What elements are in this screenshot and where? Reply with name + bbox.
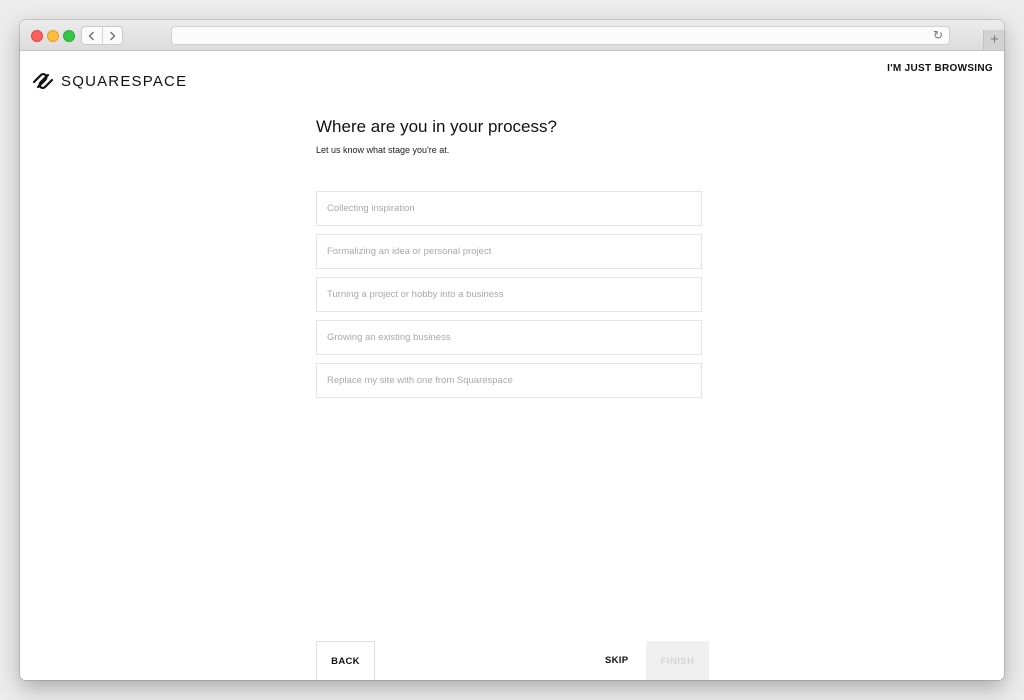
stage-option-collecting-inspiration[interactable]: Collecting inspiration xyxy=(316,191,702,226)
stage-option-growing-business[interactable]: Growing an existing business xyxy=(316,320,702,355)
close-window-button[interactable] xyxy=(31,30,43,42)
brand-logo[interactable]: SQUARESPACE xyxy=(31,70,187,92)
page-title: Where are you in your process? xyxy=(316,117,557,136)
new-tab-button[interactable]: + xyxy=(983,30,1004,50)
squarespace-logo-icon xyxy=(32,72,54,90)
page-subtitle: Let us know what stage you're at. xyxy=(316,145,450,155)
finish-button[interactable]: FINISH xyxy=(646,641,709,680)
address-bar[interactable]: ↻ xyxy=(171,26,950,45)
brand-name: SQUARESPACE xyxy=(61,72,188,90)
reload-icon[interactable]: ↻ xyxy=(933,28,943,42)
skip-button[interactable]: SKIP xyxy=(605,655,628,666)
page-content: SQUARESPACE I'M JUST BROWSING Where are … xyxy=(20,51,1004,680)
stage-option-turning-project-into-business[interactable]: Turning a project or hobby into a busine… xyxy=(316,277,702,312)
back-button[interactable]: BACK xyxy=(316,641,375,680)
minimize-window-button[interactable] xyxy=(47,30,59,42)
chevron-left-icon xyxy=(88,31,95,40)
back-nav-button[interactable] xyxy=(82,27,102,44)
maximize-window-button[interactable] xyxy=(63,30,75,42)
stage-option-replace-site[interactable]: Replace my site with one from Squarespac… xyxy=(316,363,702,398)
stage-option-formalizing-idea[interactable]: Formalizing an idea or personal project xyxy=(316,234,702,269)
history-nav xyxy=(81,26,123,45)
stage-options-list: Collecting inspiration Formalizing an id… xyxy=(316,191,702,406)
browser-window: ↻ + SQUARESPACE I'M JUST BROWSING Where … xyxy=(20,20,1004,680)
chevron-right-icon xyxy=(109,31,116,40)
browser-titlebar: ↻ + xyxy=(20,20,1004,51)
just-browsing-link[interactable]: I'M JUST BROWSING xyxy=(887,63,993,74)
forward-nav-button[interactable] xyxy=(101,27,123,44)
